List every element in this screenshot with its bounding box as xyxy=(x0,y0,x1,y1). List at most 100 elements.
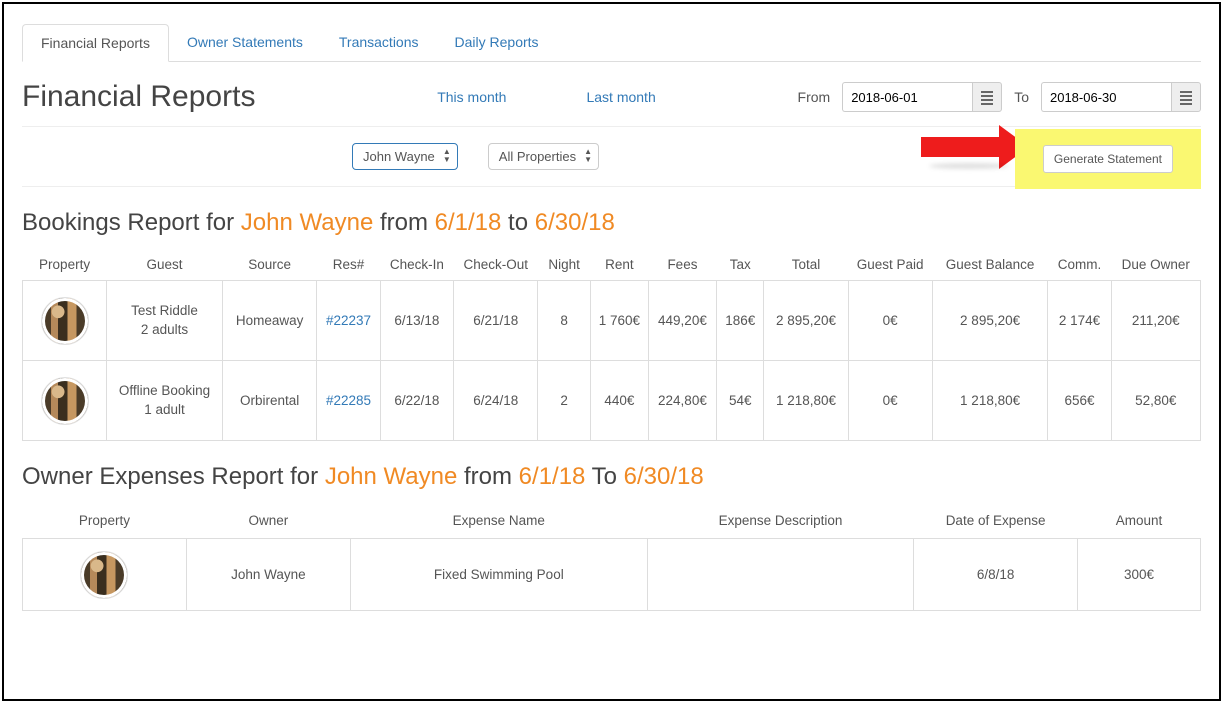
col-expense-date: Date of Expense xyxy=(914,503,1078,539)
heading-date-to: 6/30/18 xyxy=(624,463,704,490)
heading-owner: John Wayne xyxy=(241,209,374,236)
heading-date-to: 6/30/18 xyxy=(535,209,615,236)
col-source: Source xyxy=(222,249,317,281)
expenses-table: Property Owner Expense Name Expense Desc… xyxy=(22,503,1201,611)
cell-amount: 300€ xyxy=(1078,539,1201,611)
reservation-link[interactable]: #22237 xyxy=(326,313,371,328)
col-rent: Rent xyxy=(590,249,648,281)
cell-owner: John Wayne xyxy=(186,539,350,611)
cell-source: Homeaway xyxy=(222,281,317,361)
filter-row: John Wayne ▲▼ All Properties ▲▼ Generate… xyxy=(22,127,1201,187)
property-avatar xyxy=(41,297,89,345)
tab-owner-statements[interactable]: Owner Statements xyxy=(169,24,321,60)
cell-guest-paid: 0€ xyxy=(848,281,932,361)
heading-text: from xyxy=(457,463,518,490)
col-expense-desc: Expense Description xyxy=(647,503,913,539)
chevron-updown-icon: ▲▼ xyxy=(584,148,592,164)
table-row: Test Riddle2 adults Homeaway #22237 6/13… xyxy=(23,281,1201,361)
cell-checkin: 6/22/18 xyxy=(380,361,454,441)
property-select[interactable]: All Properties ▲▼ xyxy=(488,143,599,170)
col-night: Night xyxy=(538,249,591,281)
col-due-owner: Due Owner xyxy=(1111,249,1200,281)
guest-sub: 2 adults xyxy=(113,321,216,340)
property-avatar xyxy=(41,377,89,425)
col-guest-balance: Guest Balance xyxy=(932,249,1048,281)
this-month-link[interactable]: This month xyxy=(437,89,506,105)
col-checkout: Check-Out xyxy=(454,249,538,281)
from-date-picker-button[interactable] xyxy=(972,82,1002,112)
last-month-link[interactable]: Last month xyxy=(586,89,655,105)
col-guest: Guest xyxy=(107,249,223,281)
date-range: From To xyxy=(798,82,1201,112)
property-select-value: All Properties xyxy=(499,149,576,164)
table-header-row: Property Owner Expense Name Expense Desc… xyxy=(23,503,1201,539)
cell-tax: 54€ xyxy=(717,361,764,441)
header-row: Financial Reports This month Last month … xyxy=(22,62,1201,127)
col-owner: Owner xyxy=(186,503,350,539)
cell-guest-balance: 2 895,20€ xyxy=(932,281,1048,361)
report-tabs: Financial Reports Owner Statements Trans… xyxy=(22,24,1201,62)
bookings-report-heading: Bookings Report for John Wayne from 6/1/… xyxy=(22,209,1201,237)
owner-select[interactable]: John Wayne ▲▼ xyxy=(352,143,458,170)
generate-statement-button[interactable]: Generate Statement xyxy=(1043,145,1173,173)
col-res: Res# xyxy=(317,249,380,281)
to-date-picker-button[interactable] xyxy=(1171,82,1201,112)
cell-guest-paid: 0€ xyxy=(848,361,932,441)
cell-total: 2 895,20€ xyxy=(764,281,848,361)
tab-daily-reports[interactable]: Daily Reports xyxy=(437,24,557,60)
table-row: Offline Booking1 adult Orbirental #22285… xyxy=(23,361,1201,441)
col-property: Property xyxy=(23,249,107,281)
table-row: John Wayne Fixed Swimming Pool 6/8/18 30… xyxy=(23,539,1201,611)
tab-financial-reports[interactable]: Financial Reports xyxy=(22,24,169,62)
heading-text: to xyxy=(501,209,534,236)
heading-date-from: 6/1/18 xyxy=(519,463,586,490)
cell-night: 8 xyxy=(538,281,591,361)
from-date-input[interactable] xyxy=(842,82,972,112)
cell-fees: 224,80€ xyxy=(648,361,716,441)
col-property: Property xyxy=(23,503,187,539)
heading-text: from xyxy=(373,209,434,236)
col-expense-name: Expense Name xyxy=(350,503,647,539)
col-amount: Amount xyxy=(1078,503,1201,539)
heading-owner: John Wayne xyxy=(325,463,458,490)
month-links: This month Last month xyxy=(437,89,656,105)
cell-rent: 1 760€ xyxy=(590,281,648,361)
cell-comm: 2 174€ xyxy=(1048,281,1111,361)
guest-name: Offline Booking xyxy=(113,382,216,401)
tab-transactions[interactable]: Transactions xyxy=(321,24,437,60)
heading-date-from: 6/1/18 xyxy=(435,209,502,236)
col-checkin: Check-In xyxy=(380,249,454,281)
cell-comm: 656€ xyxy=(1048,361,1111,441)
bookings-table: Property Guest Source Res# Check-In Chec… xyxy=(22,249,1201,441)
heading-text: Bookings Report for xyxy=(22,209,241,236)
cell-rent: 440€ xyxy=(590,361,648,441)
cell-night: 2 xyxy=(538,361,591,441)
annotation-arrow xyxy=(921,137,1001,157)
heading-text: To xyxy=(585,463,623,490)
reservation-link[interactable]: #22285 xyxy=(326,393,371,408)
cell-expense-name: Fixed Swimming Pool xyxy=(350,539,647,611)
cell-checkin: 6/13/18 xyxy=(380,281,454,361)
to-date-input[interactable] xyxy=(1041,82,1171,112)
to-label: To xyxy=(1014,89,1029,105)
calendar-icon xyxy=(1180,91,1192,103)
guest-name: Test Riddle xyxy=(113,302,216,321)
calendar-icon xyxy=(981,91,993,103)
cell-due-owner: 52,80€ xyxy=(1111,361,1200,441)
cell-checkout: 6/24/18 xyxy=(454,361,538,441)
cell-total: 1 218,80€ xyxy=(764,361,848,441)
col-guest-paid: Guest Paid xyxy=(848,249,932,281)
col-total: Total xyxy=(764,249,848,281)
owner-select-value: John Wayne xyxy=(363,149,435,164)
page-title: Financial Reports xyxy=(22,80,255,114)
cell-checkout: 6/21/18 xyxy=(454,281,538,361)
cell-due-owner: 211,20€ xyxy=(1111,281,1200,361)
cell-expense-desc xyxy=(647,539,913,611)
col-comm: Comm. xyxy=(1048,249,1111,281)
heading-text: Owner Expenses Report for xyxy=(22,463,325,490)
generate-highlight: Generate Statement xyxy=(1015,129,1201,189)
cell-source: Orbirental xyxy=(222,361,317,441)
col-fees: Fees xyxy=(648,249,716,281)
cell-expense-date: 6/8/18 xyxy=(914,539,1078,611)
from-label: From xyxy=(798,89,831,105)
